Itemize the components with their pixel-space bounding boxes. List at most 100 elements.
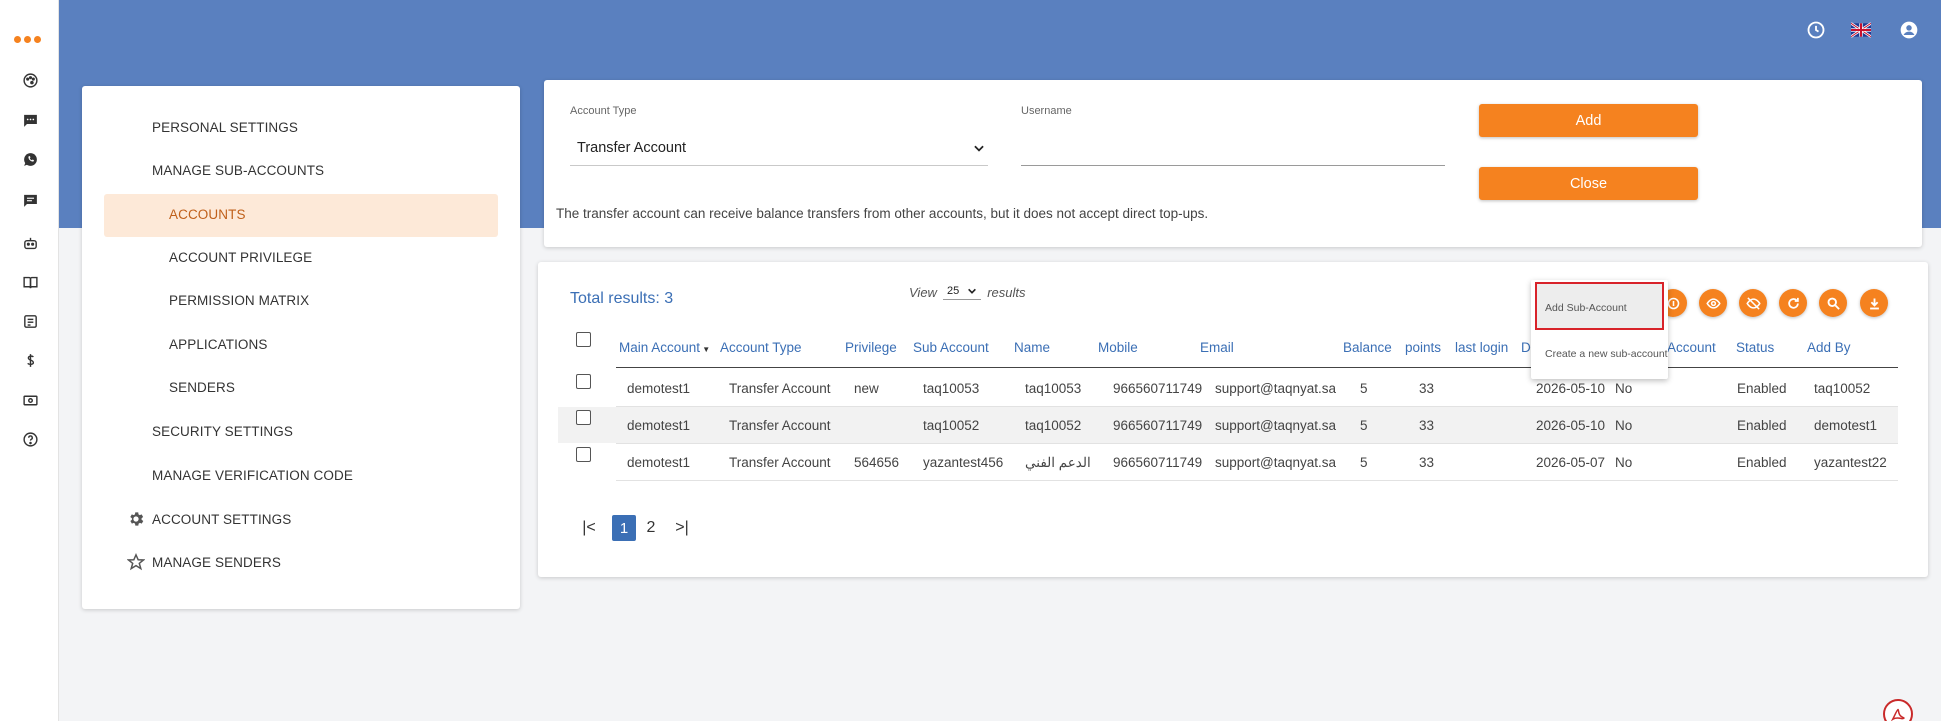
results-label: results [987,285,1026,300]
cell-points: 33 [1419,455,1435,470]
whatsapp-icon[interactable] [20,149,40,169]
cell-sub-account: yazantest456 [923,455,1004,470]
row-checkbox[interactable] [576,374,591,389]
menu-applications[interactable]: APPLICATIONS [169,337,267,352]
cell-name: الدعم الفني [1025,455,1091,470]
page-size-control: View 25 results [909,285,1026,300]
col-date[interactable]: D [1521,340,1531,355]
gear-icon [127,510,145,528]
col-status[interactable]: Status [1736,340,1774,355]
cell-points: 33 [1419,418,1435,433]
add-sub-account-option[interactable]: Add Sub-Account [1545,302,1627,314]
book-icon[interactable] [20,272,40,292]
eye-off-icon[interactable] [1739,289,1767,317]
account-type-value: Transfer Account [577,139,687,156]
billing-icon[interactable] [20,350,40,370]
col-email[interactable]: Email [1200,340,1234,355]
last-page-button[interactable]: >| [671,515,693,541]
menu-manage-verification-code[interactable]: MANAGE VERIFICATION CODE [152,468,353,483]
menu-manage-sub-accounts[interactable]: MANAGE SUB-ACCOUNTS [152,163,324,178]
close-button[interactable]: Close [1479,167,1698,200]
col-last-login[interactable]: last login [1455,340,1508,355]
col-points[interactable]: points [1405,340,1441,355]
chat-icon[interactable] [20,190,40,210]
star-icon [126,553,146,571]
table-row[interactable]: demotest1 Transfer Account new taq10053 … [558,370,1898,406]
account-type-label: Account Type [570,105,637,117]
cell-mobile: 966560711749 [1113,381,1203,396]
money-icon[interactable] [20,390,40,410]
cell-balance: 5 [1360,381,1368,396]
sms-icon[interactable] [20,110,40,130]
cell-mobile: 966560711749 [1113,418,1203,433]
uk-flag-icon[interactable] [1850,19,1872,41]
cell-privilege: new [854,381,879,396]
col-main-account[interactable]: Main Account ▼ [619,340,710,355]
bot-icon[interactable] [20,233,40,253]
chevron-down-icon [968,288,977,294]
cell-main-account: demotest1 [627,455,691,470]
cell-flag: No [1615,455,1633,470]
menu-accounts[interactable]: ACCOUNTS [169,207,246,222]
cell-status: Enabled [1737,455,1787,470]
menu-account-settings[interactable]: ACCOUNT SETTINGS [130,512,291,527]
accounts-table-card: Total results: 3 View 25 results Main Ac… [538,262,1928,577]
menu-personal-settings[interactable]: PERSONAL SETTINGS [152,120,298,135]
page-1-button[interactable]: 1 [612,515,636,541]
page-size-select[interactable]: 25 [942,285,982,300]
table-row[interactable]: demotest1 Transfer Account taq10052 taq1… [558,407,1898,443]
refresh-icon[interactable] [1779,289,1807,317]
search-icon[interactable] [1819,289,1847,317]
username-input[interactable] [1021,130,1445,166]
col-privilege[interactable]: Privilege [845,340,897,355]
select-all-checkbox[interactable] [576,332,591,347]
help-icon[interactable] [20,429,40,449]
col-sub-account[interactable]: Sub Account [913,340,989,355]
menu-account-privilege[interactable]: ACCOUNT PRIVILEGE [169,250,312,265]
menu-manage-senders[interactable]: MANAGE SENDERS [126,553,281,571]
row-checkbox[interactable] [576,447,591,462]
add-button[interactable]: Add [1479,104,1698,137]
col-name[interactable]: Name [1014,340,1050,355]
download-icon[interactable] [1860,289,1888,317]
cell-account-type: Transfer Account [729,455,831,470]
menu-manage-senders-label: MANAGE SENDERS [152,555,281,570]
col-account-type[interactable]: Account Type [720,340,802,355]
report-icon[interactable] [20,311,40,331]
account-circle-icon[interactable] [1898,19,1920,41]
total-results: Total results: 3 [570,290,674,307]
eye-icon[interactable] [1699,289,1727,317]
col-mobile[interactable]: Mobile [1098,340,1138,355]
cell-sub-account: taq10053 [923,381,980,396]
cell-add-by: yazantest22 [1814,455,1887,470]
menu-accounts-active-bg[interactable] [104,194,498,237]
menu-senders[interactable]: SENDERS [169,380,235,395]
clock-icon[interactable] [1805,19,1827,41]
username-label: Username [1021,105,1072,117]
cell-flag: No [1615,418,1633,433]
sort-down-icon: ▼ [700,345,711,354]
dashboard-icon[interactable] [20,70,40,90]
pdf-icon[interactable] [1883,699,1913,721]
chevron-down-icon [974,145,984,152]
add-sub-account-popup: Add Sub-Account Create a new sub-account [1531,280,1668,379]
col-balance[interactable]: Balance [1343,340,1392,355]
cell-main-account: demotest1 [627,381,691,396]
table-row[interactable]: demotest1 Transfer Account 564656 yazant… [558,444,1898,480]
menu-permission-matrix[interactable]: PERMISSION MATRIX [169,293,309,308]
cell-date: 2026-05-07 [1536,455,1606,470]
cell-email: support@taqnyat.sa [1215,381,1337,396]
cell-email: support@taqnyat.sa [1215,418,1337,433]
cell-add-by: demotest1 [1814,418,1878,433]
page-2-button[interactable]: 2 [642,515,660,541]
cell-name: taq10053 [1025,381,1082,396]
app-logo[interactable] [14,36,41,43]
col-account[interactable]: Account [1667,340,1716,355]
menu-security-settings[interactable]: SECURITY SETTINGS [152,424,293,439]
cell-status: Enabled [1737,381,1787,396]
first-page-button[interactable]: |< [578,515,600,541]
col-add-by[interactable]: Add By [1807,340,1851,355]
account-type-select[interactable]: Transfer Account [570,130,988,166]
row-divider [616,480,1898,481]
row-checkbox[interactable] [576,410,591,425]
